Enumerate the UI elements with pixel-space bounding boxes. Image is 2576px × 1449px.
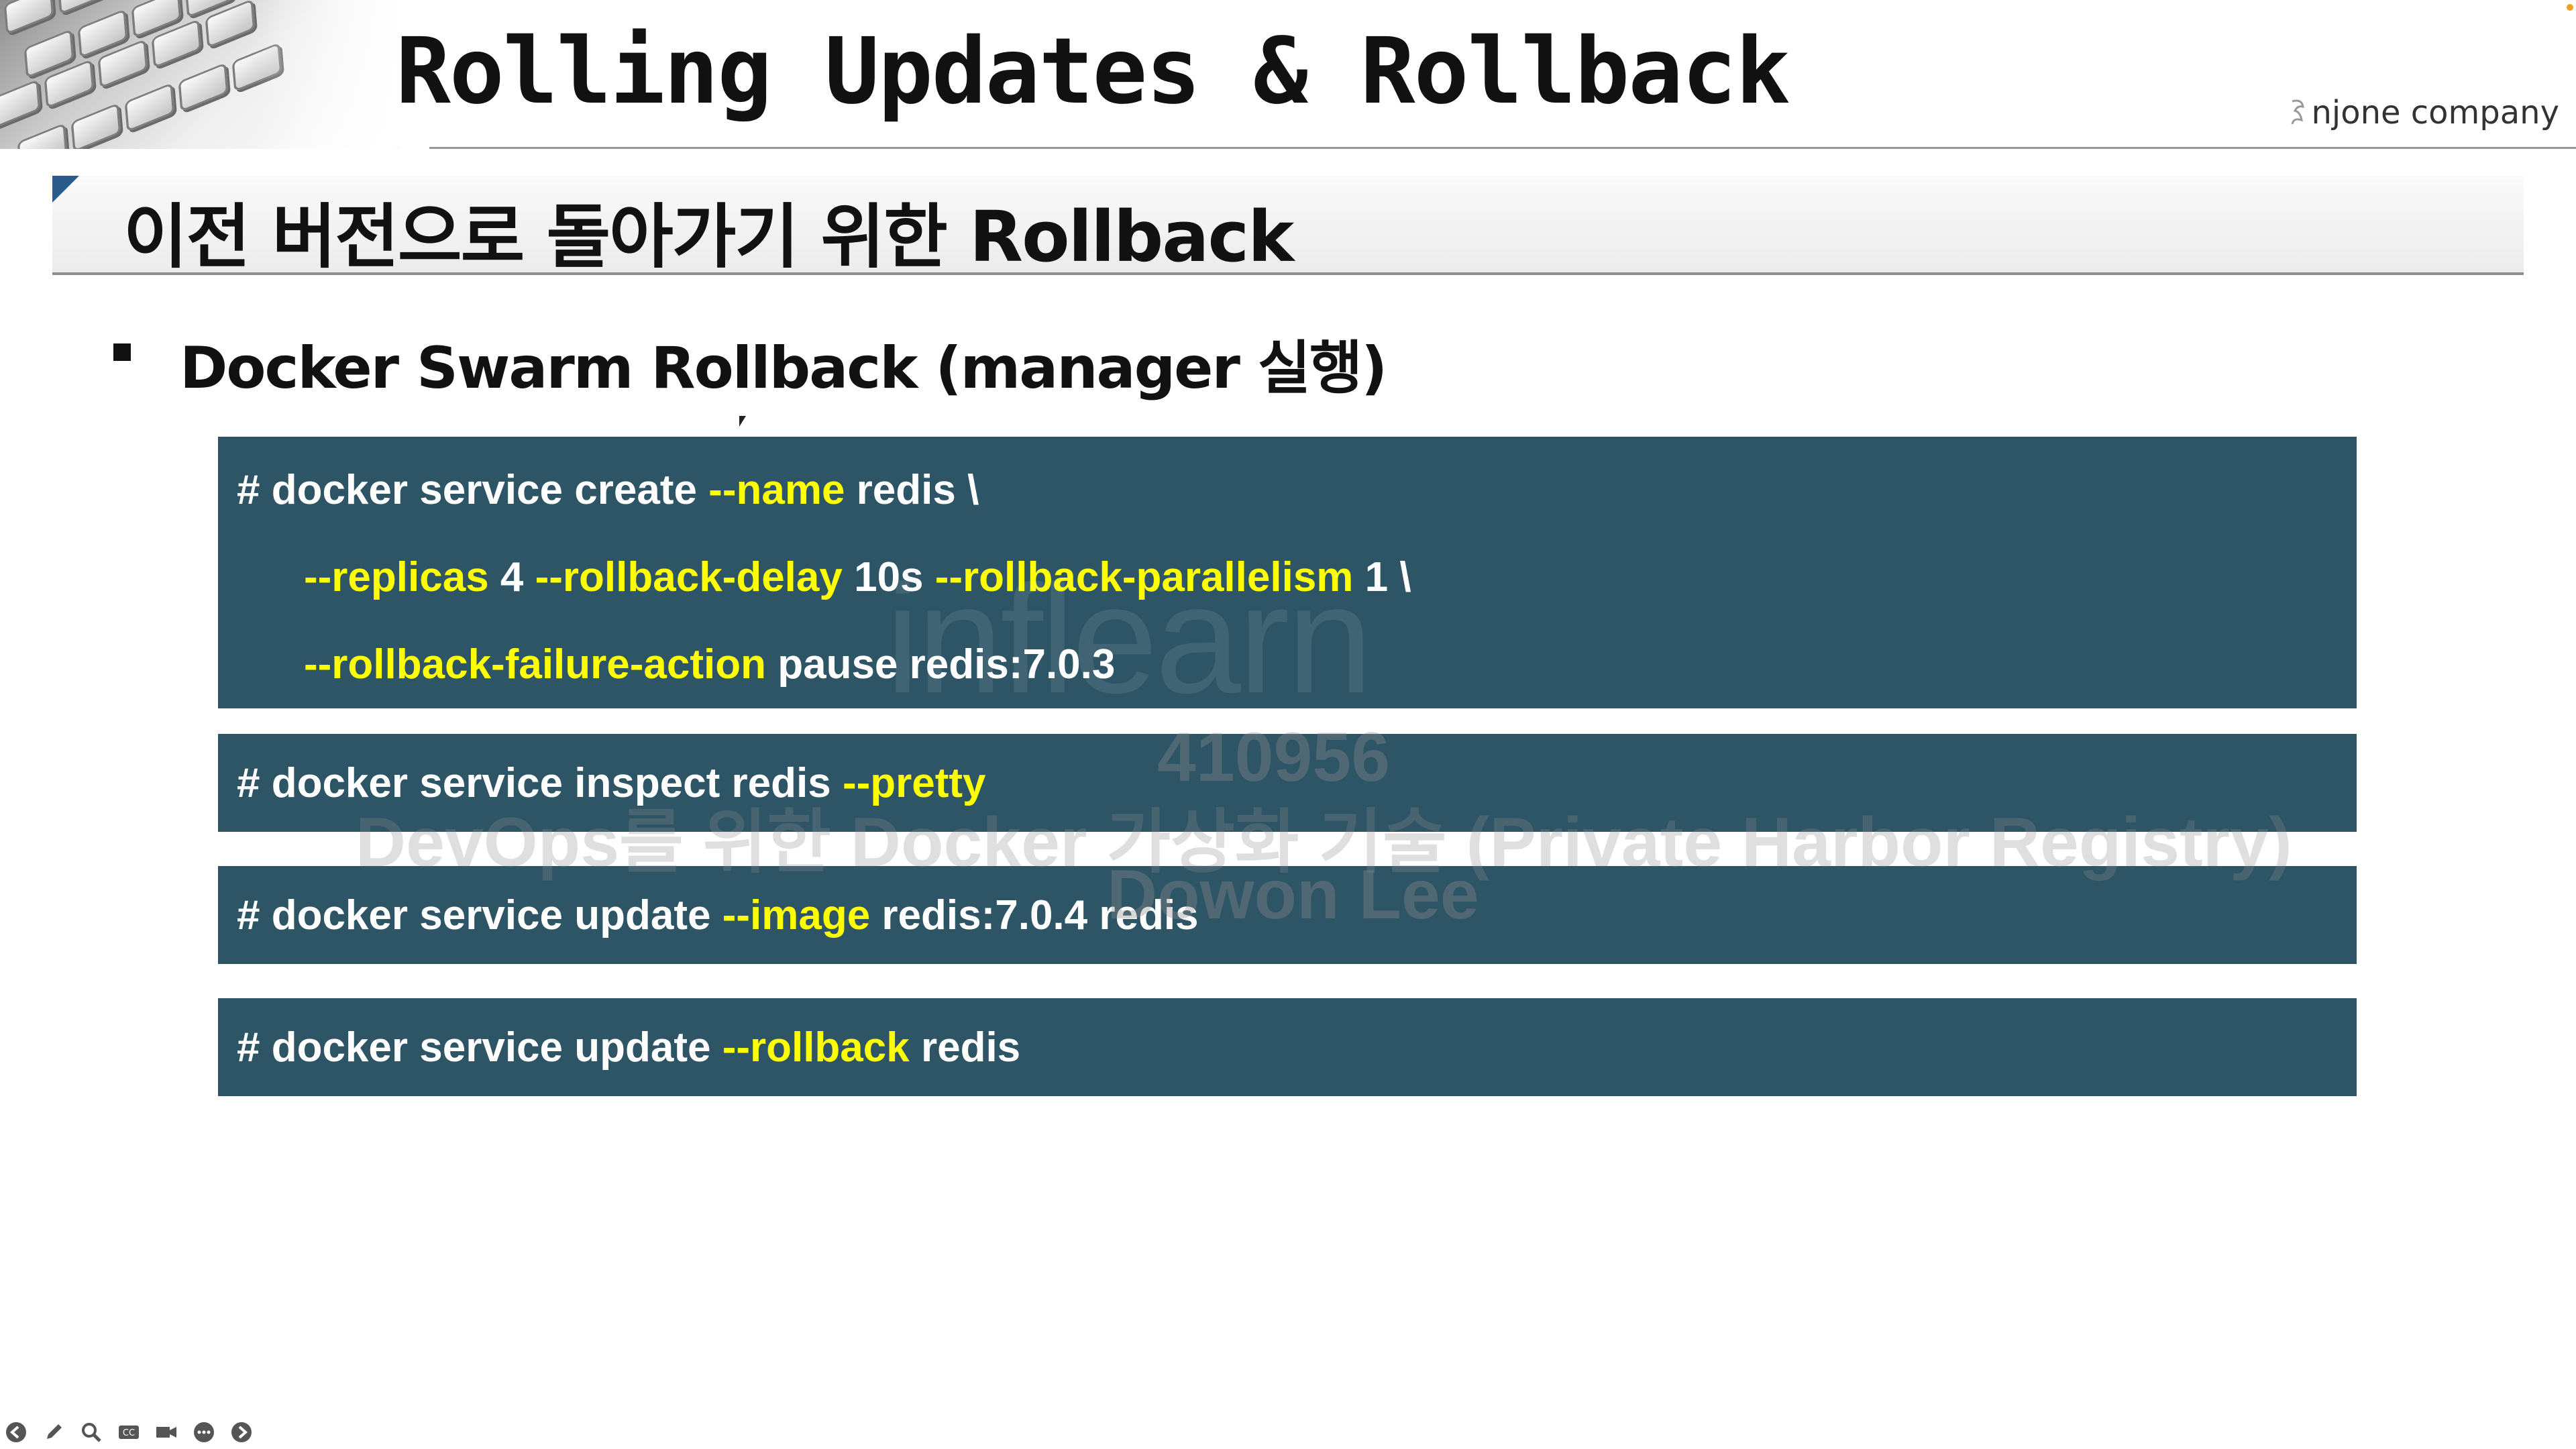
slide-header: Rolling Updates & Rollback njone company bbox=[0, 0, 2576, 149]
bullet-heading: Docker Swarm Rollback (manager 실행) bbox=[180, 335, 1387, 402]
code-option-keyword: --replicas bbox=[304, 554, 489, 600]
code-option-keyword: --name bbox=[708, 467, 845, 513]
code-text: # docker service inspect redis bbox=[237, 760, 843, 806]
code-line: # docker service update --image redis:7.… bbox=[237, 892, 1199, 939]
zoom-icon[interactable] bbox=[79, 1420, 103, 1444]
code-option-keyword: --rollback-delay bbox=[535, 554, 843, 600]
section-bar: 이전 버전으로 돌아가기 위한 Rollback bbox=[52, 176, 2524, 278]
code-option-keyword: --image bbox=[722, 892, 871, 938]
code-text: redis bbox=[909, 1024, 1021, 1071]
code-block-update-image: # docker service update --image redis:7.… bbox=[218, 866, 2357, 964]
section-corner-mark bbox=[52, 176, 79, 203]
code-line: # docker service create --name redis \ bbox=[237, 466, 979, 514]
code-text: redis \ bbox=[845, 467, 979, 513]
code-line: --replicas 4 --rollback-delay 10s --roll… bbox=[304, 553, 1411, 601]
page-title: Rolling Updates & Rollback bbox=[396, 19, 1790, 125]
back-arrow-icon[interactable] bbox=[4, 1420, 28, 1444]
code-line: # docker service update --rollback redis bbox=[237, 1024, 1020, 1071]
mouse-cursor-icon bbox=[739, 416, 746, 427]
code-text: 10s bbox=[842, 554, 935, 600]
status-dot bbox=[2567, 4, 2573, 11]
code-text: # docker service update bbox=[237, 1024, 722, 1071]
brand: njone company bbox=[2288, 94, 2559, 131]
code-line: # docker service inspect redis --pretty bbox=[237, 759, 986, 807]
code-text: 1 \ bbox=[1353, 554, 1411, 600]
camera-icon[interactable] bbox=[154, 1420, 178, 1444]
more-icon[interactable] bbox=[192, 1420, 216, 1444]
captions-icon[interactable]: CC bbox=[117, 1420, 141, 1444]
code-option-keyword: --rollback-failure-action bbox=[304, 641, 766, 688]
code-line: --rollback-failure-action pause redis:7.… bbox=[304, 641, 1115, 688]
code-option-keyword: --pretty bbox=[842, 760, 986, 806]
brand-name: njone company bbox=[2311, 94, 2559, 131]
code-text: redis:7.0.4 redis bbox=[870, 892, 1199, 938]
code-text: pause redis:7.0.3 bbox=[766, 641, 1116, 688]
forward-arrow-icon[interactable] bbox=[229, 1420, 254, 1444]
presentation-toolbar: CC bbox=[4, 1418, 254, 1446]
brand-logo-icon bbox=[2291, 99, 2305, 125]
code-block-rollback: # docker service update --rollback redis bbox=[218, 998, 2357, 1096]
code-option-keyword: --rollback-parallelism bbox=[934, 554, 1354, 600]
code-text: 4 bbox=[488, 554, 535, 600]
svg-text:CC: CC bbox=[123, 1428, 135, 1438]
code-option-keyword: --rollback bbox=[722, 1024, 910, 1071]
pen-icon[interactable] bbox=[42, 1420, 66, 1444]
code-text: # docker service create bbox=[237, 467, 709, 513]
section-title: 이전 버전으로 돌아가기 위한 Rollback bbox=[123, 196, 1294, 278]
code-text: # docker service update bbox=[237, 892, 722, 938]
bullet-square-icon bbox=[113, 343, 131, 361]
code-block-inspect: # docker service inspect redis --pretty bbox=[218, 734, 2357, 832]
code-block-create: # docker service create --name redis \ -… bbox=[218, 437, 2357, 708]
